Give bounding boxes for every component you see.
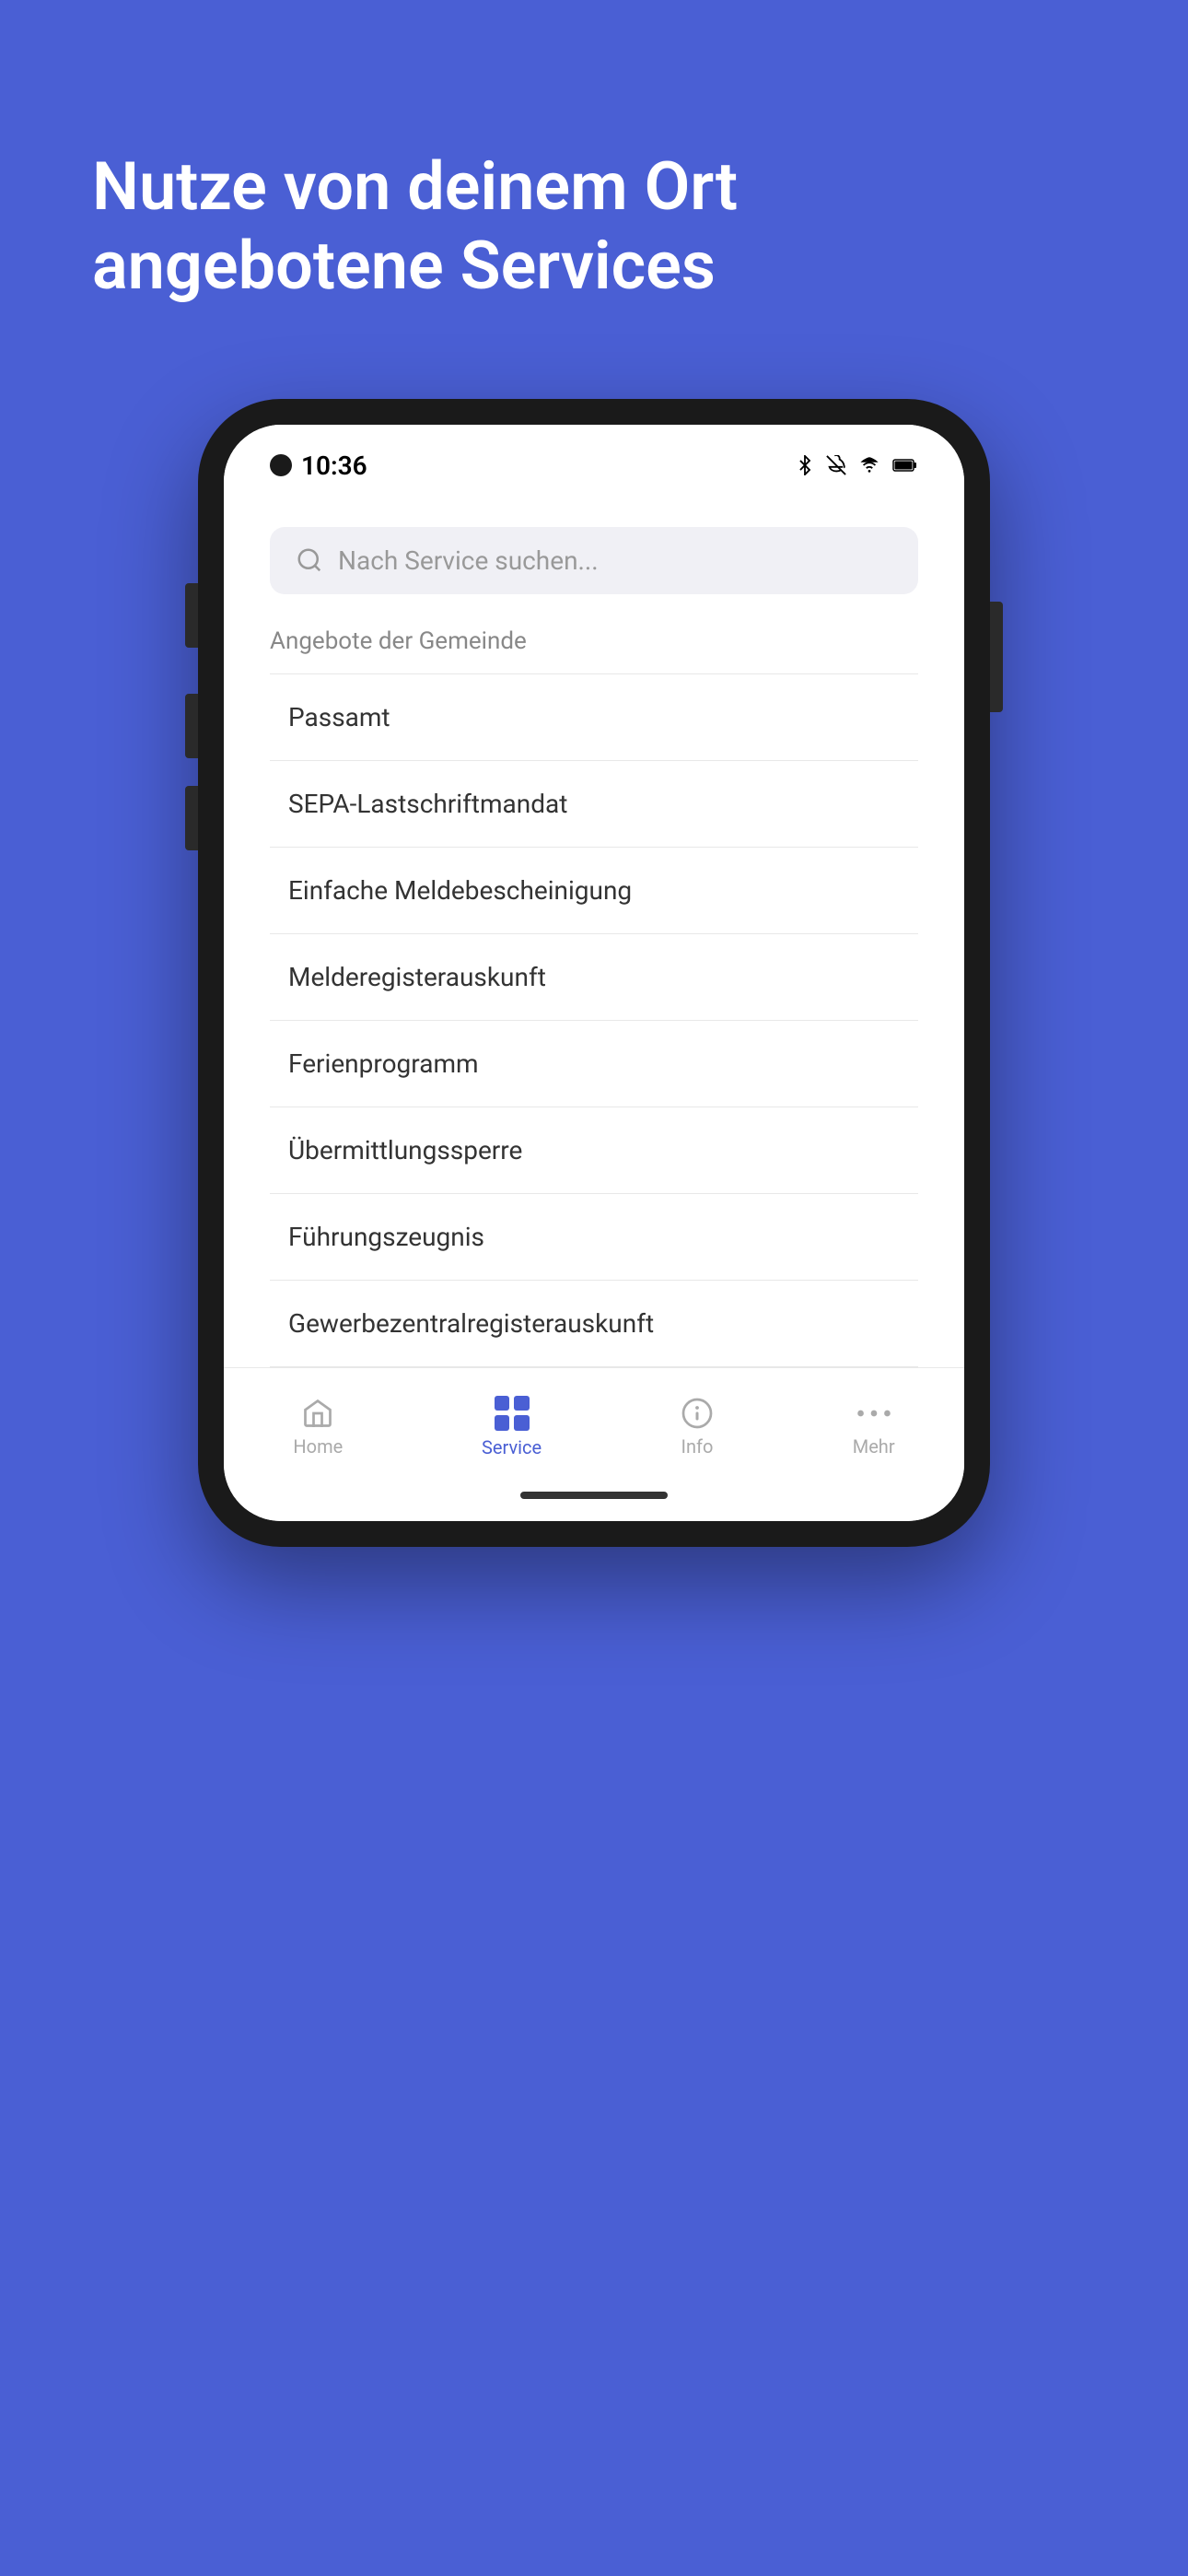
section-title: Angebote der Gemeinde (270, 627, 918, 655)
hero-title: Nutze von deinem Ort angebotene Services (92, 147, 1096, 307)
home-bar (520, 1492, 668, 1499)
home-indicator (224, 1477, 964, 1521)
bell-off-icon (826, 455, 846, 475)
hero-section: Nutze von deinem Ort angebotene Services (0, 0, 1188, 381)
nav-label-info: Info (681, 1435, 714, 1458)
battery-icon (892, 455, 918, 475)
bluetooth-icon (795, 455, 815, 475)
grid-icon (495, 1396, 530, 1431)
wifi-icon (857, 455, 881, 475)
nav-label-service: Service (482, 1436, 542, 1458)
list-item[interactable]: Übermittlungssperre (270, 1107, 918, 1194)
search-bar[interactable]: Nach Service suchen... (270, 527, 918, 594)
list-item[interactable]: Melderegisterauskunft (270, 934, 918, 1021)
volume-button-2 (185, 786, 198, 850)
list-item[interactable]: Führungszeugnis (270, 1194, 918, 1281)
info-icon (681, 1397, 714, 1430)
phone-screen: 10:36 (224, 425, 964, 1521)
list-item[interactable]: Passamt (270, 674, 918, 761)
list-item[interactable]: SEPA-Lastschriftmandat (270, 761, 918, 848)
phone-frame: 10:36 (198, 399, 990, 1547)
nav-label-home: Home (293, 1435, 343, 1458)
more-icon (856, 1397, 892, 1430)
volume-button-1 (185, 694, 198, 758)
nav-item-mehr[interactable]: Mehr (834, 1388, 914, 1467)
search-icon (296, 546, 323, 574)
status-bar: 10:36 (224, 425, 964, 490)
list-item[interactable]: Ferienprogramm (270, 1021, 918, 1107)
app-content: Nach Service suchen... Angebote der Geme… (224, 490, 964, 1367)
nav-item-service[interactable]: Service (463, 1387, 560, 1468)
home-icon (301, 1397, 334, 1430)
list-item[interactable]: Gewerbezentralregisterauskunft (270, 1281, 918, 1367)
search-placeholder: Nach Service suchen... (338, 545, 599, 576)
status-time: 10:36 (270, 451, 367, 481)
nav-label-mehr: Mehr (853, 1435, 895, 1458)
list-item[interactable]: Einfache Meldebescheinigung (270, 848, 918, 934)
service-list: Passamt SEPA-Lastschriftmandat Einfache … (270, 673, 918, 1367)
nav-item-home[interactable]: Home (274, 1388, 361, 1467)
bottom-nav: Home Service (224, 1367, 964, 1477)
camera-dot (270, 454, 292, 476)
nav-item-info[interactable]: Info (662, 1388, 732, 1467)
status-icons (795, 455, 918, 475)
phone-container: 10:36 (198, 399, 990, 1547)
